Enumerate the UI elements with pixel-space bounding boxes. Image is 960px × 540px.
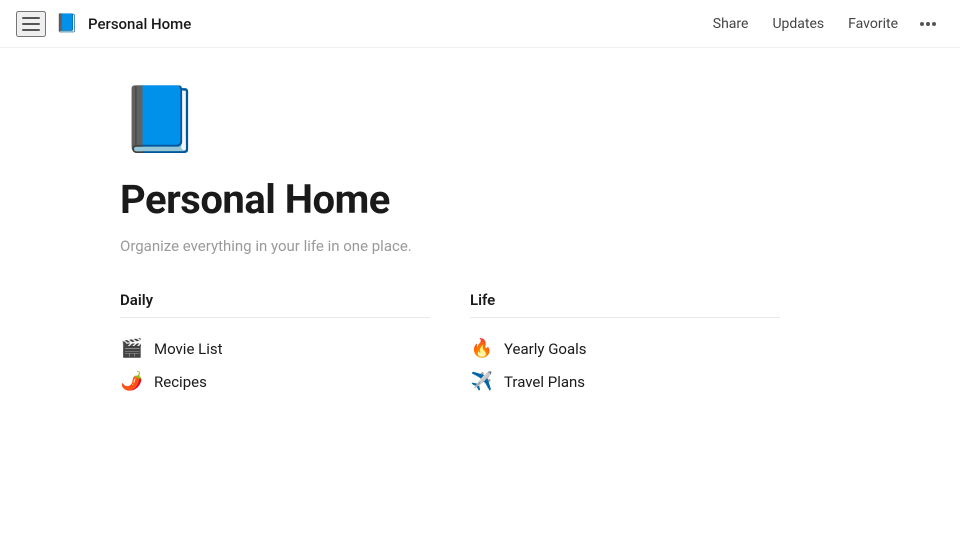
yearly-goals-icon: 🔥 xyxy=(470,338,494,359)
daily-divider xyxy=(120,317,430,318)
page-title: Personal Home xyxy=(120,176,780,223)
favorite-button[interactable]: Favorite xyxy=(838,11,908,37)
content-columns: Daily 🎬 Movie List 🌶️ Recipes Life 🔥 Yea… xyxy=(120,291,780,398)
page-icon-small: 📘 xyxy=(56,13,78,35)
header-page-title: Personal Home xyxy=(88,15,191,33)
header-right: Share Updates Favorite xyxy=(703,11,944,37)
travel-plans-icon: ✈️ xyxy=(470,371,494,392)
daily-column-title: Daily xyxy=(120,291,430,309)
daily-column: Daily 🎬 Movie List 🌶️ Recipes xyxy=(120,291,430,398)
life-column: Life 🔥 Yearly Goals ✈️ Travel Plans xyxy=(470,291,780,398)
life-divider xyxy=(470,317,780,318)
list-item[interactable]: 🌶️ Recipes xyxy=(120,365,430,398)
life-column-title: Life xyxy=(470,291,780,309)
movie-list-label: Movie List xyxy=(154,340,223,358)
header-left: 📘 Personal Home xyxy=(16,11,191,37)
travel-plans-label: Travel Plans xyxy=(504,373,585,391)
header: 📘 Personal Home Share Updates Favorite xyxy=(0,0,960,48)
recipes-label: Recipes xyxy=(154,373,207,391)
updates-button[interactable]: Updates xyxy=(762,11,834,37)
yearly-goals-label: Yearly Goals xyxy=(504,340,587,358)
list-item[interactable]: 🎬 Movie List xyxy=(120,332,430,365)
page-cover-icon: 📘 xyxy=(120,88,780,152)
share-button[interactable]: Share xyxy=(703,11,759,37)
movie-list-icon: 🎬 xyxy=(120,338,144,359)
menu-button[interactable] xyxy=(16,11,46,37)
more-options-button[interactable] xyxy=(912,17,944,31)
page-description: Organize everything in your life in one … xyxy=(120,237,780,255)
recipes-icon: 🌶️ xyxy=(120,371,144,392)
list-item[interactable]: 🔥 Yearly Goals xyxy=(470,332,780,365)
list-item[interactable]: ✈️ Travel Plans xyxy=(470,365,780,398)
main-content: 📘 Personal Home Organize everything in y… xyxy=(0,48,900,438)
